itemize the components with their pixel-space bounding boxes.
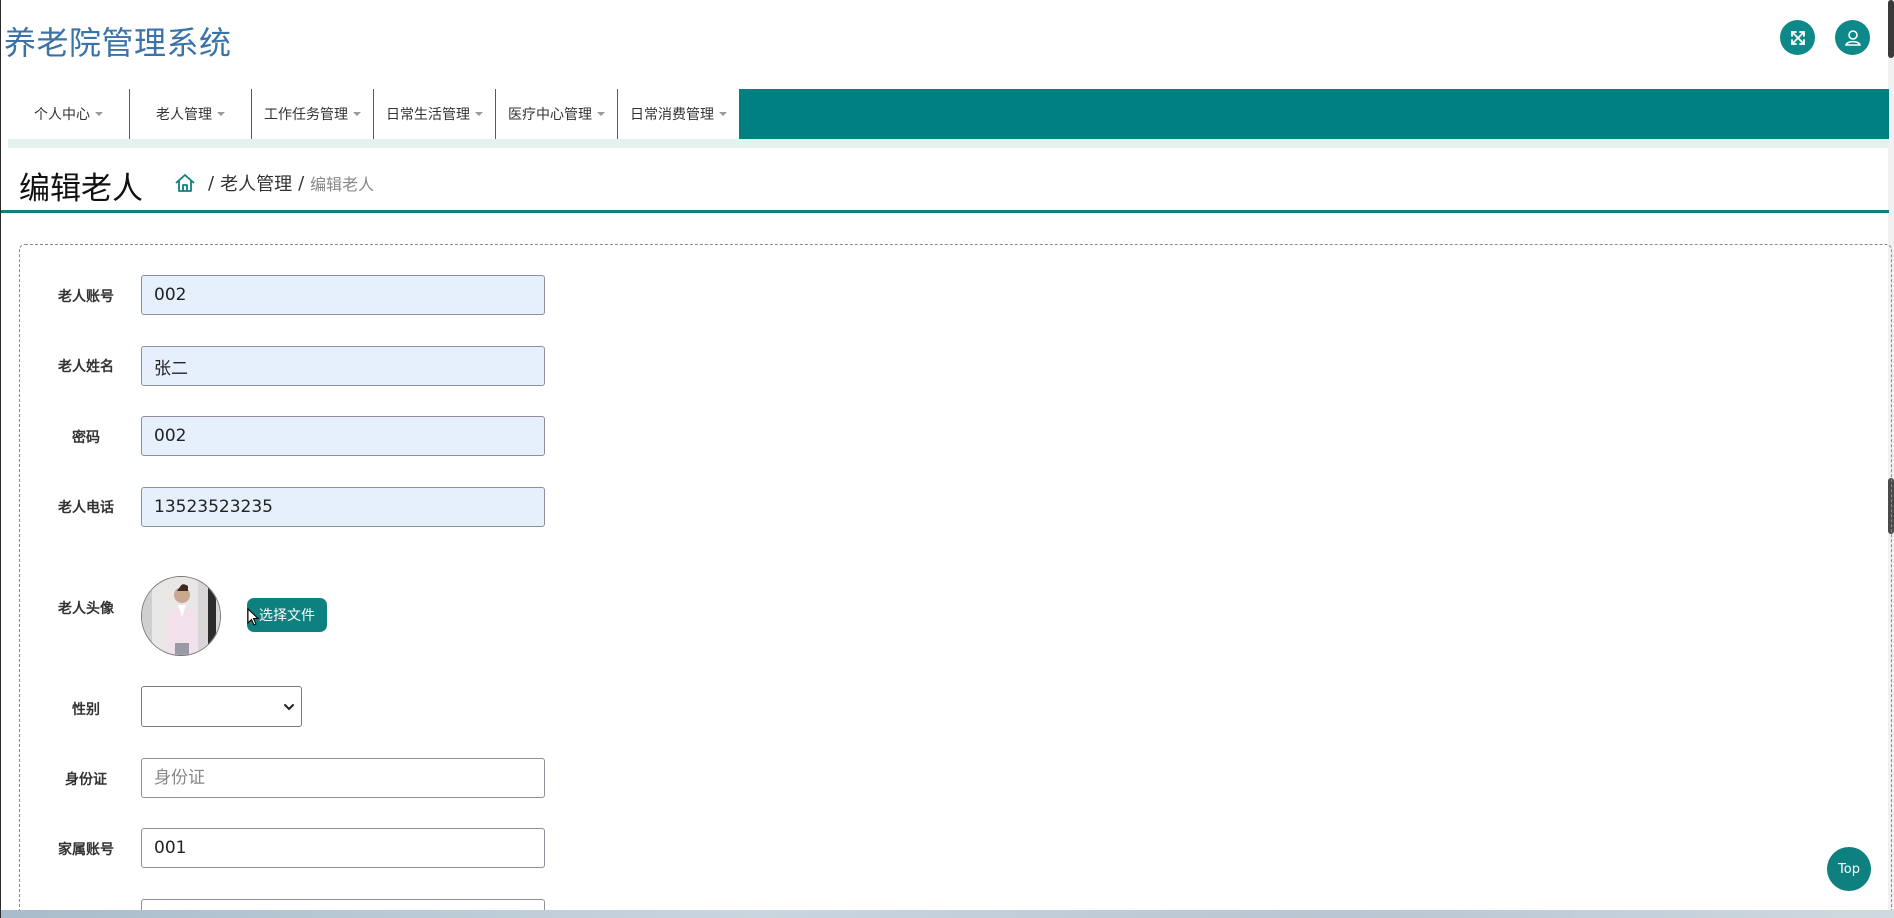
- family-account-input[interactable]: [141, 828, 545, 868]
- nav-item-consumption-management[interactable]: 日常消费管理: [618, 89, 740, 139]
- mouse-cursor-icon: [247, 608, 259, 626]
- caret-down-icon: [353, 112, 361, 116]
- password-label: 密码: [72, 430, 100, 446]
- title-divider: [1, 210, 1889, 213]
- family-account-label: 家属账号: [58, 842, 114, 858]
- nav-item-daily-life-management[interactable]: 日常生活管理: [374, 89, 496, 139]
- nav-item-label: 日常消费管理: [630, 107, 714, 123]
- account-input[interactable]: [141, 275, 545, 315]
- user-menu-button[interactable]: [1835, 20, 1870, 55]
- fullscreen-button[interactable]: [1780, 20, 1815, 55]
- breadcrumb-section-link[interactable]: 老人管理: [220, 170, 292, 196]
- expand-arrows-icon: [1790, 30, 1805, 45]
- nav-item-personal-center[interactable]: 个人中心: [8, 89, 130, 139]
- nav-item-label: 老人管理: [156, 107, 212, 123]
- avatar-preview-image: [141, 576, 221, 656]
- breadcrumb-current: 编辑老人: [310, 175, 375, 194]
- app-title: 养老院管理系统: [4, 24, 232, 62]
- caret-down-icon: [719, 112, 727, 116]
- phone-input[interactable]: [141, 487, 545, 527]
- nav-item-elder-management[interactable]: 老人管理: [130, 89, 252, 139]
- name-label: 老人姓名: [58, 359, 114, 375]
- id-card-label: 身份证: [65, 772, 107, 788]
- avatar-label: 老人头像: [58, 601, 114, 617]
- nav-item-task-management[interactable]: 工作任务管理: [252, 89, 374, 139]
- caret-down-icon: [597, 112, 605, 116]
- page: 养老院管理系统 个人中心 老人管理 工作任务管理 日常生活管理 医疗中心管理 日…: [0, 0, 1894, 918]
- caret-down-icon: [95, 112, 103, 116]
- chevron-down-icon: [284, 704, 294, 711]
- scrollbar-top-cap: [1888, 0, 1894, 58]
- person-photo-icon: [142, 577, 220, 655]
- id-card-input[interactable]: [141, 758, 545, 798]
- breadcrumb-separator: /: [298, 172, 305, 194]
- back-to-top-button[interactable]: Top: [1827, 847, 1871, 891]
- breadcrumb-separator: /: [208, 172, 215, 194]
- gender-select[interactable]: [141, 686, 302, 727]
- nav-item-medical-center-management[interactable]: 医疗中心管理: [496, 89, 618, 139]
- password-input[interactable]: [141, 416, 545, 456]
- choose-file-button[interactable]: 选择文件: [247, 598, 327, 632]
- name-input[interactable]: [141, 346, 545, 386]
- phone-label: 老人电话: [58, 500, 114, 516]
- account-label: 老人账号: [58, 289, 114, 305]
- gender-label: 性别: [72, 702, 100, 718]
- caret-down-icon: [475, 112, 483, 116]
- breadcrumb: / 老人管理 / 编辑老人: [174, 170, 374, 196]
- page-title: 编辑老人: [19, 171, 143, 207]
- caret-down-icon: [217, 112, 225, 116]
- desktop-taskbar-edge: [1, 910, 1894, 918]
- user-icon: [1844, 29, 1861, 46]
- nav-underline: [8, 139, 1889, 148]
- nav-item-label: 日常生活管理: [386, 107, 470, 123]
- nav-item-label: 个人中心: [34, 107, 90, 123]
- nav-item-label: 工作任务管理: [264, 107, 348, 123]
- nav-item-label: 医疗中心管理: [508, 107, 592, 123]
- home-icon[interactable]: [174, 172, 196, 194]
